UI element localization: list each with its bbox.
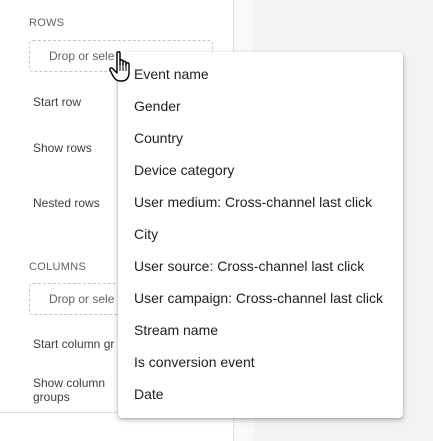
- menu-item-date[interactable]: Date: [118, 378, 403, 410]
- menu-item-stream-name[interactable]: Stream name: [118, 314, 403, 346]
- menu-item-city[interactable]: City: [118, 218, 403, 250]
- columns-section-title: COLUMNS: [29, 261, 87, 273]
- menu-item-user-campaign[interactable]: User campaign: Cross-channel last click: [118, 282, 403, 314]
- menu-item-device-category[interactable]: Device category: [118, 154, 403, 186]
- rows-section-title: ROWS: [29, 17, 65, 29]
- dimension-dropdown-menu[interactable]: Event name Gender Country Device categor…: [118, 52, 403, 418]
- start-row-label: Start row: [33, 95, 82, 109]
- menu-item-user-source[interactable]: User source: Cross-channel last click: [118, 250, 403, 282]
- menu-item-is-conversion-event[interactable]: Is conversion event: [118, 346, 403, 378]
- show-rows-label: Show rows: [33, 141, 92, 155]
- show-column-groups-label-line2: groups: [33, 390, 70, 404]
- start-column-group-label: Start column gr: [33, 337, 115, 351]
- nested-rows-label: Nested rows: [33, 196, 100, 210]
- menu-item-gender[interactable]: Gender: [118, 90, 403, 122]
- menu-item-user-medium[interactable]: User medium: Cross-channel last click: [118, 186, 403, 218]
- hand-pointer-icon: [109, 51, 130, 82]
- show-column-groups-label-line1: Show column: [33, 376, 106, 390]
- menu-item-event-name[interactable]: Event name: [118, 58, 403, 90]
- menu-item-country[interactable]: Country: [118, 122, 403, 154]
